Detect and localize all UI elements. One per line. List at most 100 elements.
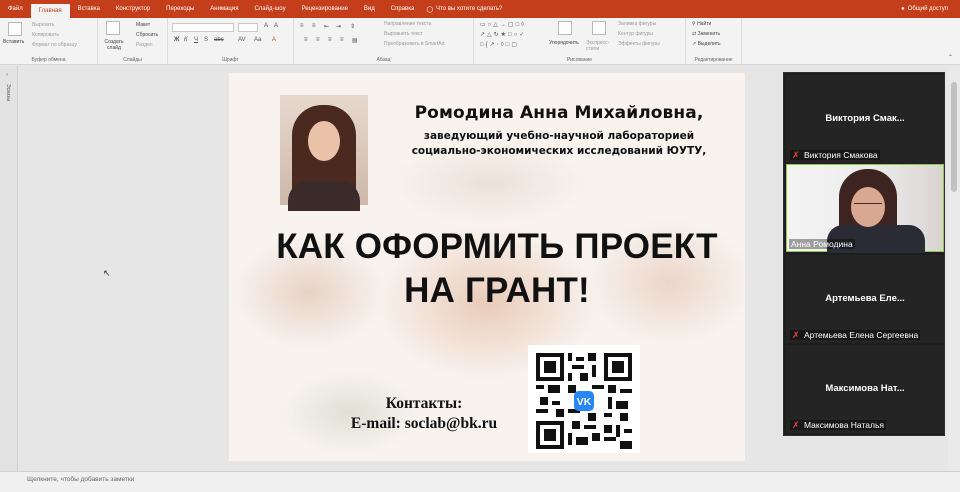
select-label: Выделить [697,41,721,47]
align-right-icon[interactable]: ≡ [328,37,332,43]
spacing-icon[interactable]: AV [238,37,246,43]
editing-group: ⚲ Найти ⇄ Заменить ↗ Выделить Редактиров… [686,18,742,65]
layout-button[interactable]: Макет [136,22,150,28]
increase-indent-icon[interactable]: ⇥ [336,23,341,30]
underline-icon[interactable]: Ч [194,37,198,43]
tab-insert[interactable]: Вставка [70,0,108,18]
tell-me-search[interactable]: ◯ Что вы хотите сделать? [426,6,502,13]
share-button[interactable]: ● Общий доступ [901,0,948,18]
cut-button[interactable]: Вырезать [32,22,54,28]
font-color-icon[interactable]: A [272,37,276,43]
new-slide-button[interactable]: Создать слайд [102,39,126,51]
vk-logo-label: VK [577,397,592,408]
share-label: Общий доступ [907,6,948,12]
tab-transitions[interactable]: Переходы [158,0,202,18]
participant-tile[interactable]: Артемьева Еле... ✗ Артемьева Елена Серге… [786,255,944,343]
decrease-indent-icon[interactable]: ⇤ [324,23,329,30]
tab-file[interactable]: Файл [0,0,31,18]
decrease-font-icon[interactable]: A [274,23,278,29]
tab-help[interactable]: Справка [383,0,423,18]
find-button[interactable]: ⚲ Найти [692,21,711,27]
section-button[interactable]: Раздел [136,42,153,48]
quick-styles-icon[interactable] [592,21,606,35]
align-text-button[interactable]: Выровнять текст [384,31,423,37]
bold-icon[interactable]: Ж [174,37,179,43]
case-icon[interactable]: Aa [254,37,261,43]
ribbon-tab-bar: Файл Главная Вставка Конструктор Переход… [0,0,960,18]
participant-display-name: Артемьева Еле... [825,293,905,304]
slides-group-label: Слайды [123,57,142,63]
format-painter-button[interactable]: Формат по образцу [32,42,77,48]
font-group: A A Ж К Ч S abc AV Aa A Шрифт [168,18,294,65]
line-spacing-icon[interactable]: ⇕ [350,23,355,30]
justify-icon[interactable]: ≡ [340,37,344,43]
shape-fill-button[interactable]: Заливка фигуры [618,21,656,27]
text-direction-button[interactable]: Направление текста [384,21,431,27]
photo-body [288,181,360,211]
thumbnails-label: Эскизы [5,84,11,101]
font-group-label: Шрифт [222,57,239,63]
participant-name: Артемьева Елена Сергеевна [804,330,919,340]
author-name: Ромодина Анна Михайловна, [414,103,704,123]
align-left-icon[interactable]: ≡ [304,37,308,43]
tab-view[interactable]: Вид [356,0,383,18]
participant-tile[interactable]: Виктория Смак... ✗ Виктория Смакова [786,75,944,163]
increase-font-icon[interactable]: A [264,23,268,29]
bullets-icon[interactable]: ≡ [300,23,304,29]
align-center-icon[interactable]: ≡ [316,37,320,43]
smartart-button[interactable]: Преобразовать в SmartArt [384,41,445,47]
paste-icon[interactable] [8,22,22,36]
new-slide-icon[interactable] [106,21,120,35]
arrange-icon[interactable] [558,21,572,35]
arrange-button[interactable]: Упорядочить [549,40,579,46]
shapes-gallery-row2[interactable]: ↗△↻★□○✓ [480,31,526,38]
participant-display-name: Максимова Нат... [825,383,905,394]
photo-face [308,121,340,161]
participant-name-tag: ✗ Максимова Наталья [790,420,886,430]
person-icon: ● [901,6,905,12]
tab-design[interactable]: Конструктор [108,0,158,18]
shapes-gallery-row3[interactable]: □{↗◦◊□▢ [480,41,519,48]
reset-button[interactable]: Сбросить [136,32,158,38]
collapse-ribbon-icon[interactable]: ⌃ [948,54,953,61]
tab-review[interactable]: Рецензирование [294,0,356,18]
participant-display-name: Виктория Смак... [825,113,905,124]
columns-icon[interactable]: ▤ [352,37,358,44]
scrollbar-thumb[interactable] [951,82,957,192]
quick-styles-button[interactable]: Экспресс-стили [586,40,612,52]
font-size-dropdown[interactable] [238,23,258,32]
thumbnails-pane: › Эскизы [0,66,18,471]
notes-pane[interactable]: Щелкните, чтобы добавить заметки [0,471,960,492]
muted-mic-icon: ✗ [792,419,800,430]
shapes-gallery[interactable]: ▭○△→▢□◊ [480,21,526,28]
replace-button[interactable]: ⇄ Заменить [692,31,720,37]
select-button[interactable]: ↗ Выделить [692,41,721,47]
participant-name: Анна Ромодина [791,239,853,249]
participant-name-tag: ✗ Артемьева Елена Сергеевна [790,330,921,340]
clipboard-group: Вставить Вырезать Копировать Формат по о… [0,18,98,65]
tab-slideshow[interactable]: Слайд-шоу [246,0,293,18]
shape-outline-button[interactable]: Контур фигуры [618,31,653,37]
paste-button[interactable]: Вставить [3,39,24,45]
font-family-dropdown[interactable] [172,23,234,32]
contacts-label: Контакты: [385,395,463,412]
author-block: Ромодина Анна Михайловна, заведующий уче… [379,103,739,159]
author-role-line1: заведующий учебно-научной лабораторией [423,130,695,142]
slide-canvas[interactable]: Ромодина Анна Михайловна, заведующий уче… [229,73,745,461]
shadow-icon[interactable]: S [204,37,208,43]
tab-home[interactable]: Главная [30,4,70,18]
ribbon: Вставить Вырезать Копировать Формат по о… [0,18,960,65]
vertical-scrollbar[interactable] [948,66,960,471]
headline-line1: КАК ОФОРМИТЬ ПРОЕКТ [276,227,718,266]
copy-button[interactable]: Копировать [32,32,59,38]
tab-animations[interactable]: Анимация [202,0,246,18]
strikethrough-icon[interactable]: abc [214,37,224,43]
italic-icon[interactable]: К [184,37,188,43]
participant-name-tag: Анна Ромодина [789,239,855,249]
video-person-glasses [854,203,882,209]
numbering-icon[interactable]: ≡ [312,23,316,29]
participant-tile[interactable]: Максимова Нат... ✗ Максимова Наталья [786,345,944,433]
expand-thumbnails-icon[interactable]: › [6,72,8,78]
shape-effects-button[interactable]: Эффекты фигуры [618,41,660,47]
participant-video-tile[interactable]: Анна Ромодина [786,164,944,253]
